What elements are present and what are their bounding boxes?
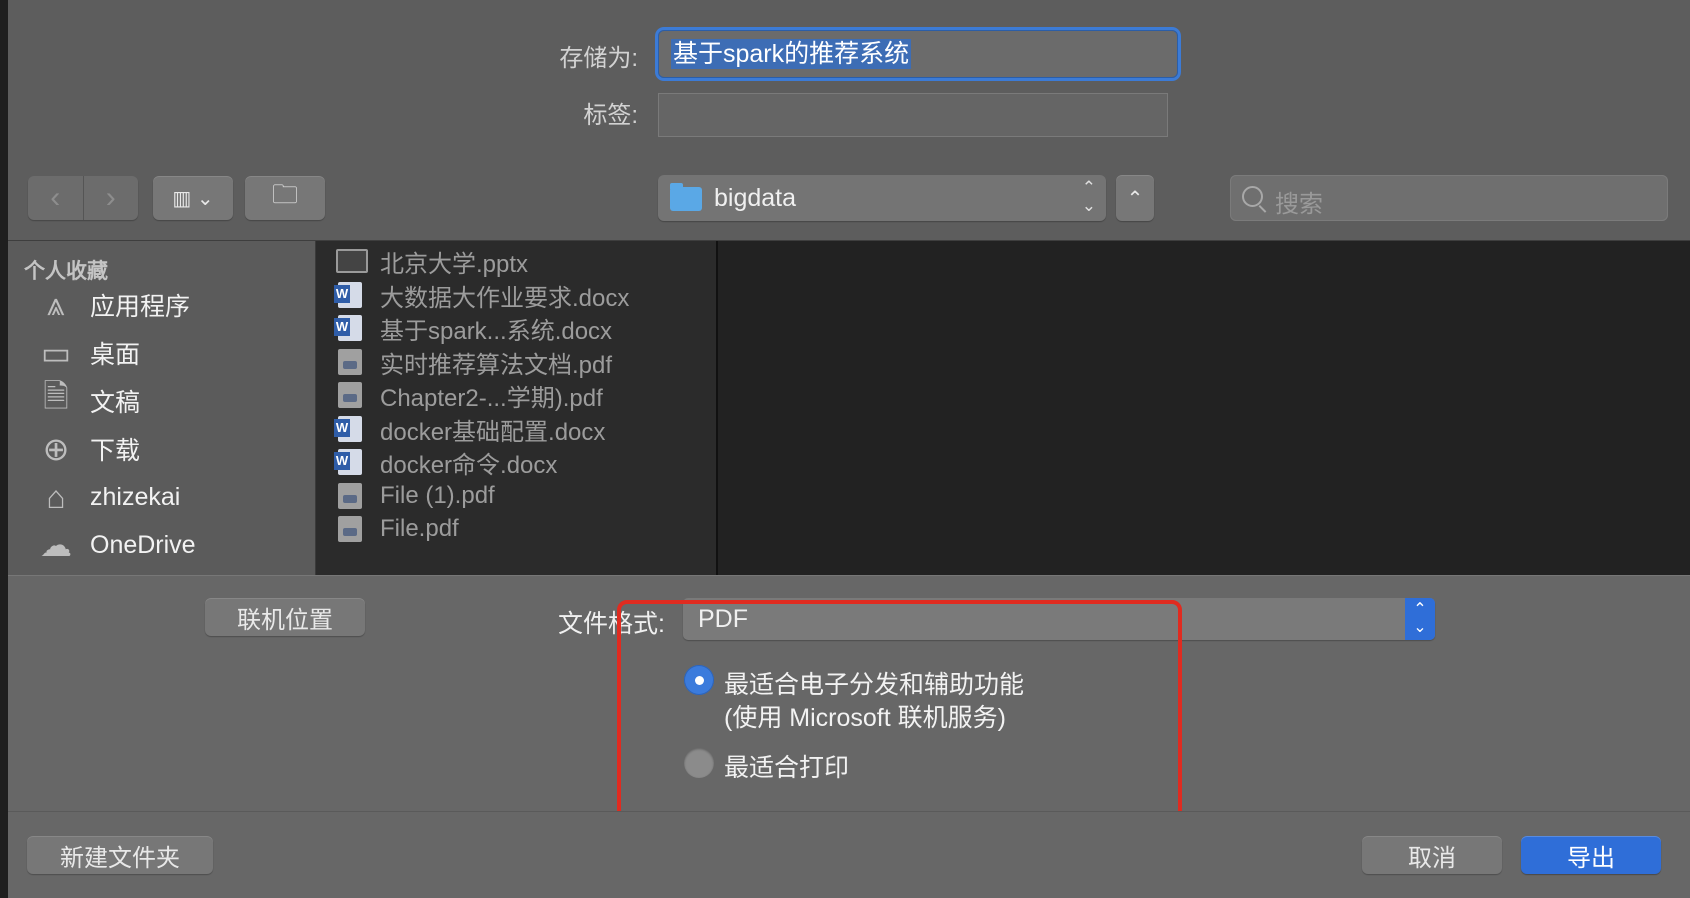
new-folder-button[interactable]: 新建文件夹 — [27, 836, 213, 874]
list-item[interactable]: 大数据大作业要求.docx — [316, 277, 716, 313]
file-name: 基于spark...系统.docx — [380, 317, 613, 345]
radio-print[interactable] — [684, 748, 714, 778]
downloads-icon: ⊕ — [42, 431, 70, 467]
save-as-label: 存储为: — [559, 45, 638, 72]
file-name: 北京大学.pptx — [380, 250, 529, 278]
applications-icon: ⩓ — [46, 286, 66, 322]
word-file-icon — [334, 416, 362, 442]
word-file-icon — [334, 282, 362, 308]
name-section: 存储为: 基于spark的推荐系统 标签: — [8, 0, 1690, 159]
file-browser: 个人收藏 ⩓ 应用程序 ▭ 桌面 🗎 文稿 ⊕ 下载 ⌂ zhizekai ☁ … — [8, 241, 1690, 575]
pdf-file-icon — [338, 483, 362, 509]
new-folder-icon: 🗀 — [271, 179, 298, 209]
preview-pane — [718, 241, 1690, 575]
location-popup[interactable]: bigdata ⌃ ⌄ — [658, 175, 1106, 221]
sidebar-item-desktop[interactable]: ▭ 桌面 — [28, 331, 308, 375]
search-icon — [1242, 186, 1263, 207]
chevron-updown-icon: ⌃ ⌄ — [1405, 598, 1435, 640]
list-item[interactable]: 实时推荐算法文档.pdf — [316, 344, 716, 380]
pdf-file-icon — [338, 382, 362, 408]
radio-print-label: 最适合打印 — [724, 754, 850, 782]
tags-input[interactable] — [658, 93, 1168, 137]
search-placeholder: 搜索 — [1275, 191, 1323, 218]
view-mode-button[interactable]: ▥ ⌄ — [153, 176, 233, 220]
sidebar-item-label: 应用程序 — [90, 293, 191, 321]
chevron-left-icon[interactable]: ‹ — [28, 176, 84, 220]
file-list: 北京大学.pptx 大数据大作业要求.docx 基于spark...系统.doc… — [316, 241, 718, 575]
list-item[interactable]: docker命令.docx — [316, 444, 716, 480]
sidebar-item-label: 下载 — [90, 437, 141, 465]
file-name: File.pdf — [380, 515, 459, 542]
chevron-right-icon[interactable]: › — [84, 176, 139, 220]
cloud-icon: ☁ — [40, 527, 72, 563]
online-location-button[interactable]: 联机位置 — [205, 598, 365, 636]
new-folder-toolbar-button[interactable]: 🗀 — [245, 176, 325, 220]
home-icon: ⌂ — [46, 478, 66, 515]
file-name: 实时推荐算法文档.pdf — [380, 351, 613, 379]
cancel-button[interactable]: 取消 — [1362, 836, 1502, 874]
folder-icon — [670, 183, 702, 211]
sidebar-item-documents[interactable]: 🗎 文稿 — [28, 378, 308, 423]
export-button[interactable]: 导出 — [1521, 836, 1661, 874]
sidebar-item-downloads[interactable]: ⊕ 下载 — [28, 427, 308, 471]
word-file-icon — [334, 449, 362, 475]
list-item[interactable]: 基于spark...系统.docx — [316, 310, 716, 346]
list-item[interactable]: File.pdf — [316, 511, 716, 547]
list-item[interactable]: File (1).pdf — [316, 478, 716, 514]
navigation-toolbar: ‹ › ▥ ⌄ 🗀 bigdata ⌃ ⌄ ⌃ 搜索 — [8, 158, 1690, 241]
list-item[interactable]: docker基础配置.docx — [316, 411, 716, 447]
sidebar-item-label: OneDrive — [90, 530, 196, 559]
pdf-file-icon — [338, 516, 362, 542]
file-name: File (1).pdf — [380, 482, 495, 509]
list-item[interactable]: 北京大学.pptx — [316, 243, 716, 279]
sidebar-item-applications[interactable]: ⩓ 应用程序 — [28, 283, 308, 327]
file-name: Chapter2-...学期).pdf — [380, 384, 603, 412]
filename-text[interactable]: 基于spark的推荐系统 — [671, 39, 912, 69]
window-edge — [0, 0, 8, 898]
documents-icon: 🗎 — [43, 378, 69, 414]
back-forward-control: ‹ › — [28, 176, 138, 220]
sidebar-item-label: 文稿 — [90, 389, 141, 417]
desktop-icon: ▭ — [40, 335, 72, 371]
radio-electronic-distribution[interactable] — [684, 665, 714, 695]
file-name: 大数据大作业要求.docx — [380, 284, 630, 312]
list-item[interactable]: Chapter2-...学期).pdf — [316, 377, 716, 413]
presentation-file-icon — [336, 249, 368, 273]
sidebar-item-label: 桌面 — [90, 341, 141, 369]
sidebar: 个人收藏 ⩓ 应用程序 ▭ 桌面 🗎 文稿 ⊕ 下载 ⌂ zhizekai ☁ … — [8, 241, 316, 575]
file-name: docker基础配置.docx — [380, 418, 606, 446]
radio-electronic-label: 最适合电子分发和辅助功能 — [724, 671, 1025, 699]
save-dialog: 存储为: 基于spark的推荐系统 标签: ‹ › ▥ ⌄ 🗀 bigdata … — [8, 0, 1690, 898]
file-name: docker命令.docx — [380, 451, 558, 479]
footer-bar: 新建文件夹 取消 导出 — [8, 811, 1690, 898]
location-name: bigdata — [714, 184, 797, 212]
filename-input[interactable]: 基于spark的推荐系统 — [658, 30, 1178, 78]
chevron-updown-icon: ⌃ ⌄ — [1081, 178, 1096, 215]
sidebar-item-onedrive[interactable]: ☁ OneDrive — [28, 523, 308, 567]
search-field[interactable]: 搜索 — [1230, 175, 1668, 221]
sidebar-item-home[interactable]: ⌂ zhizekai — [28, 475, 308, 519]
export-options: 联机位置 文件格式: PDF ⌃ ⌄ 最适合电子分发和辅助功能 (使用 Micro… — [8, 575, 1690, 820]
pdf-file-icon — [338, 349, 362, 375]
collapse-button[interactable]: ⌃ — [1116, 175, 1154, 221]
sidebar-item-label: zhizekai — [90, 482, 181, 511]
chevron-up-icon: ⌃ — [1126, 187, 1144, 210]
radio-electronic-sublabel: (使用 Microsoft 联机服务) — [724, 704, 1006, 732]
tags-label: 标签: — [583, 102, 638, 129]
column-view-icon: ▥ ⌄ — [172, 187, 214, 210]
word-file-icon — [334, 315, 362, 341]
favorites-header: 个人收藏 — [24, 260, 108, 283]
